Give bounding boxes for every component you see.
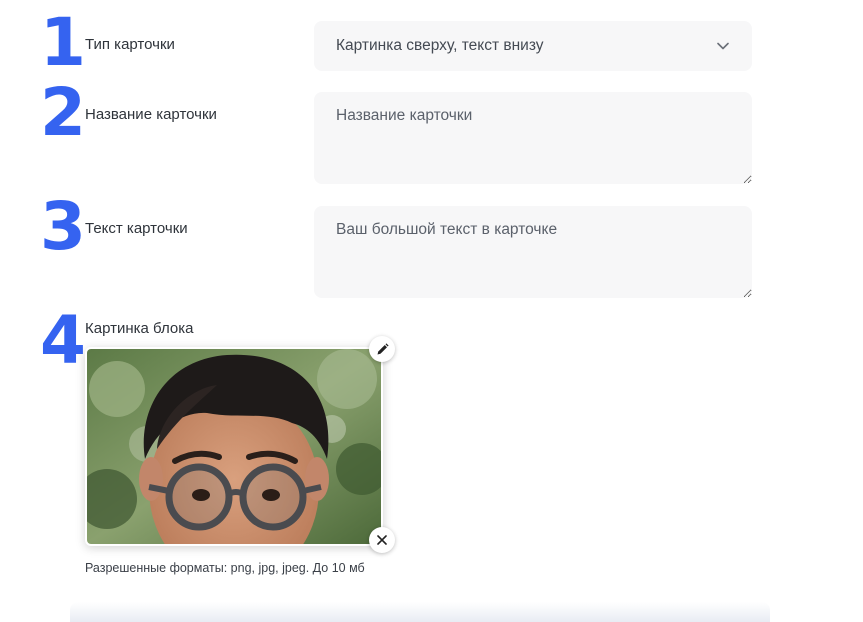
- chevron-down-icon: [716, 39, 730, 53]
- card-title-label: Название карточки: [85, 106, 217, 123]
- block-image-label: Картинка блока: [85, 320, 194, 337]
- card-type-select[interactable]: Картинка сверху, текст внизу: [314, 21, 752, 71]
- card-type-label: Тип карточки: [85, 36, 175, 53]
- remove-image-button[interactable]: [369, 527, 395, 553]
- card-text-label: Текст карточки: [85, 220, 188, 237]
- step-number-3: 3: [40, 188, 86, 265]
- next-section-edge: [70, 602, 770, 622]
- card-type-selected-value: Картинка сверху, текст внизу: [336, 37, 544, 54]
- step-number-2: 2: [40, 74, 86, 151]
- image-preview-card: [85, 347, 383, 546]
- card-title-textarea[interactable]: [314, 92, 752, 184]
- image-format-hint: Разрешенные форматы: png, jpg, jpeg. До …: [85, 561, 365, 575]
- pencil-icon: [376, 342, 389, 356]
- edit-image-button[interactable]: [369, 336, 395, 362]
- step-number-1: 1: [40, 4, 86, 81]
- close-icon: [377, 535, 387, 545]
- step-number-4: 4: [40, 302, 86, 379]
- uploaded-photo: [87, 349, 381, 544]
- card-text-textarea[interactable]: [314, 206, 752, 298]
